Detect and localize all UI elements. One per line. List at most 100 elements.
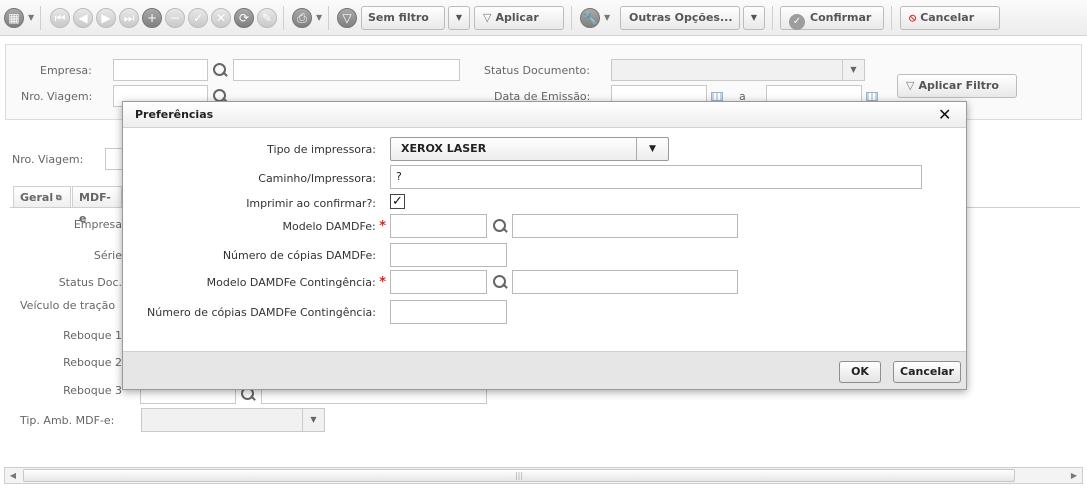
apply-label: Aplicar: [495, 11, 539, 24]
damdfe-cont-model-label: Modelo DAMDFe Contingência: *: [123, 275, 386, 290]
filter-empresa-search-icon[interactable]: [212, 62, 228, 78]
print-icon[interactable]: ⎙: [292, 8, 312, 28]
filter-select-caret[interactable]: ▼: [448, 6, 470, 30]
damdfe-cont-model-search-icon[interactable]: [492, 274, 508, 290]
close-icon[interactable]: ✕: [938, 105, 951, 124]
filter-empresa-code-input[interactable]: [113, 59, 208, 81]
print-caret-icon[interactable]: ▼: [316, 13, 322, 22]
filter-empresa-label: Empresa:: [40, 64, 92, 77]
more-options-caret[interactable]: ▼: [743, 6, 765, 30]
tools-icon[interactable]: 🔧: [580, 8, 600, 28]
dialog-body: Tipo de impressora: XEROX LASER ▼ Caminh…: [123, 129, 966, 351]
ok-button[interactable]: OK: [839, 361, 881, 383]
tab-geral-popout-icon: ⧉: [53, 193, 62, 202]
printer-path-value: ?: [396, 170, 402, 183]
tools-caret-icon[interactable]: ▼: [604, 13, 610, 22]
printer-type-value: XEROX LASER: [401, 142, 487, 155]
dialog-cancel-button[interactable]: Cancelar: [893, 361, 961, 383]
damdfe-copies-input[interactable]: [390, 243, 507, 267]
next-record-icon[interactable]: ▶: [96, 8, 116, 28]
cancel-button[interactable]: ⦸ Cancelar: [900, 6, 1000, 30]
damdfe-cont-copies-input[interactable]: [390, 300, 507, 324]
field-serie-label: Série: [93, 249, 122, 262]
tip-amb-select[interactable]: ▼: [141, 408, 325, 432]
field-veiculo-label: Veículo de tração: [20, 299, 116, 312]
apply-filter-icon: ▽: [483, 11, 492, 24]
date-from-calendar-icon[interactable]: [711, 92, 723, 101]
more-options-button[interactable]: Outras Opções...: [620, 6, 740, 30]
refresh-icon[interactable]: ⟳: [234, 8, 254, 28]
damdfe-model-label: Modelo DAMDFe: *: [123, 219, 386, 234]
date-to-calendar-icon[interactable]: [866, 92, 878, 101]
printer-type-select[interactable]: XEROX LASER ▼: [390, 137, 669, 161]
damdfe-model-code-input[interactable]: [390, 214, 487, 238]
apply-filter-funnel-icon: ▽: [906, 79, 915, 92]
chevron-down-icon: ▼: [636, 138, 668, 160]
scroll-left-icon[interactable]: ◀: [5, 468, 21, 483]
damdfe-copies-label: Número de cópias DAMDFe:: [222, 249, 376, 262]
tip-amb-caret-icon: ▼: [302, 409, 324, 431]
damdfe-cont-model-code-input[interactable]: [390, 270, 487, 294]
print-on-confirm-label: Imprimir ao confirmar?:: [246, 197, 376, 210]
confirm-button[interactable]: ✓ Confirmar: [780, 6, 884, 30]
toolbar-separator: [328, 6, 329, 30]
tab-geral[interactable]: Geral ⧉: [13, 186, 71, 208]
printer-type-label: Tipo de impressora:: [267, 143, 376, 156]
dialog-title: Preferências: [135, 108, 214, 121]
check-icon[interactable]: ✓: [188, 8, 208, 28]
damdfe-cont-copies-label: Número de cópias DAMDFe Contingência:: [147, 306, 376, 319]
apply-filter-label: Aplicar Filtro: [918, 79, 999, 92]
field-reboque2-label: Reboque 2: [63, 356, 122, 369]
damdfe-cont-model-label-text: Modelo DAMDFe Contingência:: [206, 276, 376, 289]
apply-filter-button[interactable]: ▽ Aplicar Filtro: [897, 74, 1017, 98]
confirm-check-icon: ✓: [789, 14, 805, 30]
printer-path-input[interactable]: ?: [390, 165, 922, 189]
damdfe-model-label-text: Modelo DAMDFe:: [282, 220, 376, 233]
dialog-header[interactable]: Preferências ✕: [123, 102, 966, 128]
filter-select-value: Sem filtro: [368, 11, 429, 24]
toolbar-separator: [40, 6, 41, 30]
grid-menu-caret-icon[interactable]: ▼: [28, 13, 34, 22]
main-toolbar: ▦ ▼ ⏮ ◀ ▶ ⏭ + − ✓ ✕ ⟳ ✎ ⎙ ▼ ▽ Sem filtro…: [0, 0, 1087, 36]
damdfe-model-required-mark: *: [379, 219, 386, 234]
scroll-right-icon[interactable]: ▶: [1066, 468, 1082, 483]
printer-path-label: Caminho/Impressora:: [258, 172, 376, 185]
filter-status-caret-icon: ▼: [842, 60, 864, 80]
tab-geral-label: Geral: [20, 191, 54, 204]
cancel-label: Cancelar: [920, 11, 975, 24]
filter-select[interactable]: Sem filtro: [361, 6, 445, 30]
cancel-x-icon[interactable]: ✕: [211, 8, 231, 28]
scrollbar-thumb[interactable]: |||: [23, 469, 1015, 482]
filter-empresa-name-input[interactable]: [233, 59, 460, 81]
add-icon[interactable]: +: [142, 8, 162, 28]
toolbar-separator: [571, 6, 572, 30]
damdfe-model-name-input[interactable]: [512, 214, 738, 238]
cancel-no-icon: ⦸: [909, 11, 917, 24]
filter-viagem-label: Nro. Viagem:: [21, 90, 93, 103]
print-on-confirm-checkbox[interactable]: ✓: [390, 194, 405, 209]
edit-icon[interactable]: ✎: [257, 8, 277, 28]
field-status-label: Status Doc.: [58, 276, 122, 289]
filter-status-select[interactable]: ▼: [611, 59, 865, 81]
first-record-icon[interactable]: ⏮: [50, 8, 70, 28]
form-viagem-label: Nro. Viagem:: [12, 153, 84, 166]
apply-button[interactable]: ▽ Aplicar: [474, 6, 564, 30]
previous-record-icon[interactable]: ◀: [73, 8, 93, 28]
toolbar-separator: [772, 6, 773, 30]
confirm-label: Confirmar: [810, 11, 872, 24]
horizontal-scrollbar[interactable]: ◀ ||| ▶: [4, 467, 1083, 484]
toolbar-separator: [891, 6, 892, 30]
field-empresa-label: Empresa: [73, 218, 122, 231]
damdfe-cont-model-required-mark: *: [379, 275, 386, 290]
filter-icon[interactable]: ▽: [337, 8, 357, 28]
tab-mdfe[interactable]: MDF-e: [72, 186, 122, 225]
dialog-footer: OK Cancelar: [123, 351, 966, 389]
toolbar-separator: [283, 6, 284, 30]
remove-icon[interactable]: −: [165, 8, 185, 28]
filter-status-label: Status Documento:: [484, 64, 590, 77]
field-tip-amb-label: Tip. Amb. MDF-e:: [20, 414, 115, 427]
last-record-icon[interactable]: ⏭: [119, 8, 139, 28]
damdfe-cont-model-name-input[interactable]: [512, 270, 738, 294]
grid-menu-icon[interactable]: ▦: [4, 8, 24, 28]
damdfe-model-search-icon[interactable]: [492, 218, 508, 234]
